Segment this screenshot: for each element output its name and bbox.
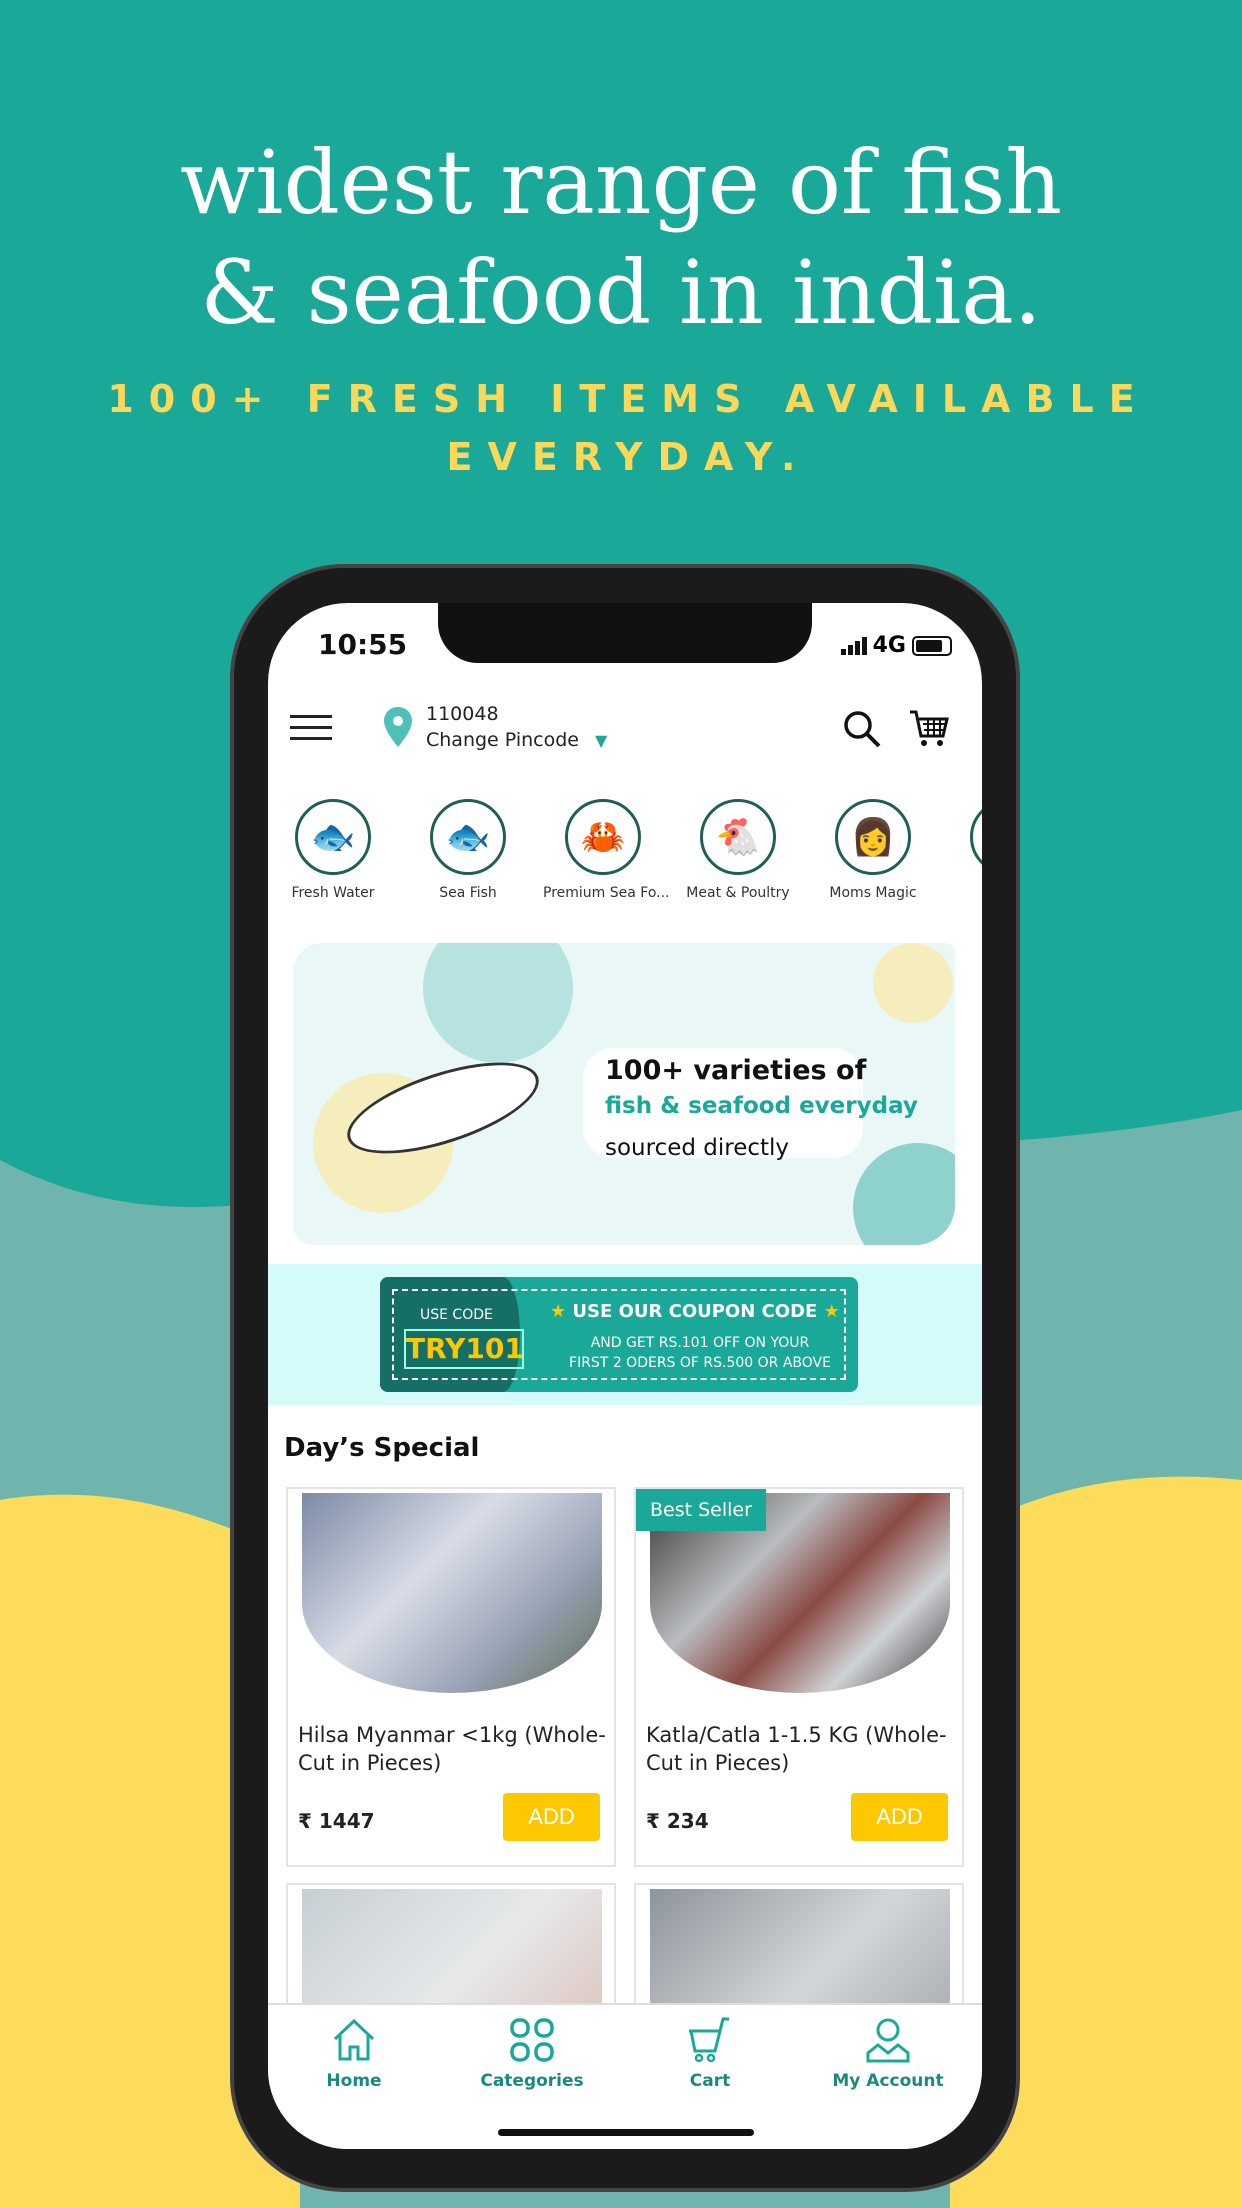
nav-cart[interactable]: Cart bbox=[635, 2017, 785, 2091]
crab-icon: 🦀 bbox=[565, 799, 641, 875]
cart-icon[interactable] bbox=[908, 709, 950, 749]
coupon-code: TRY101 bbox=[404, 1329, 524, 1369]
product-image bbox=[302, 1493, 602, 1693]
banner-line2: fish & seafood everyday bbox=[605, 1093, 918, 1119]
cart-icon bbox=[689, 2017, 729, 2063]
category-premium-sea-food[interactable]: 🦀 Premium Sea Fo... bbox=[543, 799, 670, 901]
nav-categories[interactable]: Categories bbox=[457, 2017, 607, 2091]
signal-icon bbox=[840, 636, 867, 655]
banner-line3: sourced directly bbox=[605, 1135, 790, 1161]
notch bbox=[438, 603, 812, 663]
menu-icon[interactable] bbox=[290, 715, 332, 740]
coupon-ticket: USE CODE TRY101 ★ USE OUR COUPON CODE ★ … bbox=[380, 1277, 858, 1392]
product-name: Hilsa Myanmar <1kg (Whole-Cut in Pieces) bbox=[298, 1723, 606, 1775]
product-card[interactable]: Best Seller Katla/Catla 1-1.5 KG (Whole-… bbox=[634, 1487, 964, 1867]
category-fresh-water[interactable]: 🐟 Fresh Water bbox=[273, 799, 393, 901]
add-button[interactable]: ADD bbox=[503, 1793, 600, 1841]
battery-icon bbox=[912, 635, 952, 656]
pincode-value: 110048 bbox=[426, 703, 499, 725]
app-screen: 10:55 4G 110048 Change Pincode ▼ 🐟 Fresh … bbox=[268, 603, 982, 2149]
section-title: Day’s Special bbox=[284, 1433, 480, 1463]
product-card[interactable]: Hilsa Myanmar <1kg (Whole-Cut in Pieces)… bbox=[286, 1487, 616, 1867]
product-price: ₹ 1447 bbox=[298, 1809, 375, 1833]
fish-icon: 🐟 bbox=[295, 799, 371, 875]
promo-headline: widest range of fish & seafood in india. bbox=[179, 131, 1063, 344]
star-icon: ★ bbox=[550, 1301, 567, 1322]
nav-home[interactable]: Home bbox=[279, 2017, 429, 2091]
status-time: 10:55 bbox=[318, 628, 408, 661]
tuna-icon: 🐟 bbox=[430, 799, 506, 875]
coupon-line2: FIRST 2 ODERS OF RS.500 OR ABOVE bbox=[569, 1355, 831, 1371]
status-icons: 4G bbox=[840, 633, 952, 658]
dropdown-caret-icon: ▼ bbox=[595, 731, 608, 750]
network-label: 4G bbox=[872, 633, 906, 658]
coupon-strip[interactable]: USE CODE TRY101 ★ USE OUR COUPON CODE ★ … bbox=[268, 1264, 982, 1405]
promo-banner[interactable]: 100+ varieties of fish & seafood everyda… bbox=[293, 943, 955, 1245]
account-icon bbox=[866, 2018, 910, 2063]
add-button[interactable]: ADD bbox=[851, 1793, 948, 1841]
banner-illustration bbox=[423, 943, 573, 1063]
chef-icon: 👩 bbox=[835, 799, 911, 875]
best-seller-badge: Best Seller bbox=[636, 1489, 766, 1531]
home-icon bbox=[333, 2018, 375, 2061]
bottom-nav: Home Categories Cart My Account bbox=[268, 2003, 982, 2149]
category-moms-magic[interactable]: 👩 Moms Magic bbox=[813, 799, 933, 901]
category-meat-poultry[interactable]: 🐔 Meat & Poultry bbox=[678, 799, 798, 901]
location-pin-icon bbox=[384, 707, 412, 747]
categories-icon bbox=[510, 2018, 554, 2062]
fish-icon: 🐟 bbox=[970, 799, 982, 875]
category-partial[interactable]: 🐟Fr bbox=[948, 799, 982, 901]
category-sea-fish[interactable]: 🐟 Sea Fish bbox=[408, 799, 528, 901]
product-name: Katla/Catla 1-1.5 KG (Whole-Cut in Piece… bbox=[646, 1723, 947, 1775]
home-indicator bbox=[498, 2129, 754, 2136]
coupon-line1: AND GET RS.101 OFF ON YOUR bbox=[590, 1335, 810, 1351]
change-pincode-label: Change Pincode bbox=[426, 729, 579, 751]
app-header: 110048 Change Pincode ▼ bbox=[268, 703, 982, 763]
banner-line1: 100+ varieties of bbox=[605, 1055, 867, 1086]
coupon-title: ★ USE OUR COUPON CODE ★ bbox=[550, 1301, 840, 1322]
search-icon[interactable] bbox=[842, 709, 882, 749]
pincode-selector[interactable]: 110048 Change Pincode ▼ bbox=[426, 703, 607, 751]
promo-subline: 100+ FRESH ITEMS AVAILABLE EVERYDAY. bbox=[107, 377, 1150, 479]
star-icon: ★ bbox=[823, 1301, 840, 1322]
chicken-icon: 🐔 bbox=[700, 799, 776, 875]
product-price: ₹ 234 bbox=[646, 1809, 709, 1833]
use-code-label: USE CODE bbox=[420, 1307, 493, 1323]
nav-my-account[interactable]: My Account bbox=[813, 2017, 963, 2091]
